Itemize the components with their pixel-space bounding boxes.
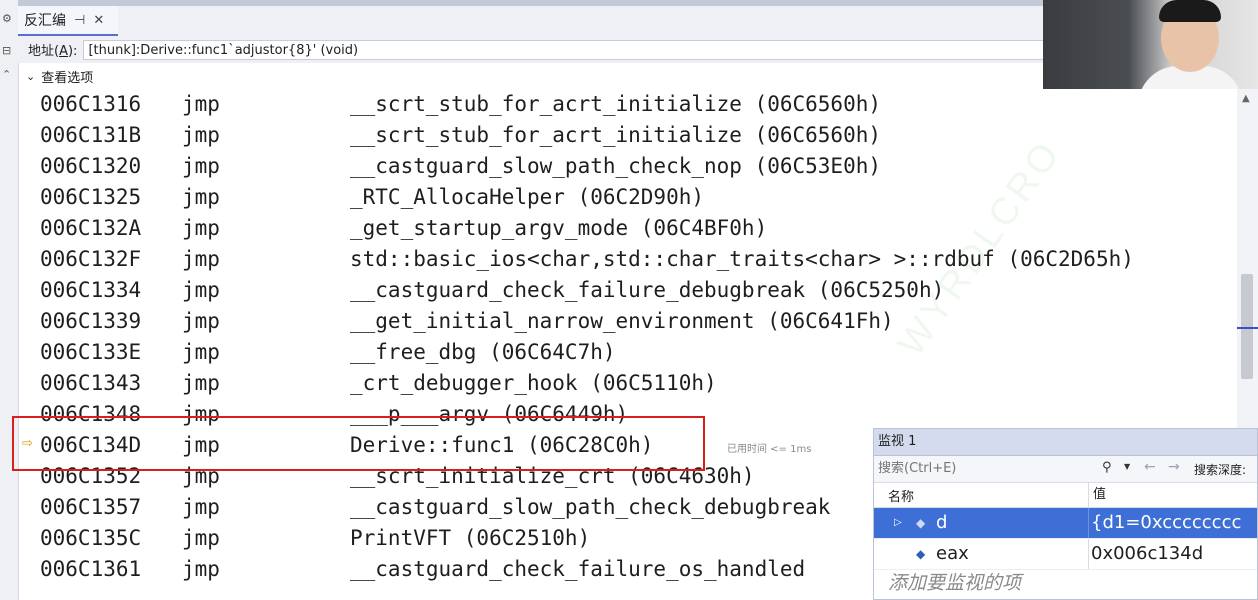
instruction-opcode: jmp: [182, 278, 220, 302]
instruction-address: 006C1339: [40, 309, 142, 333]
instruction-address: 006C1325: [40, 185, 142, 209]
instruction-address: 006C1361: [40, 557, 142, 581]
instruction-opcode: jmp: [182, 495, 220, 519]
instruction-address: 006C131B: [40, 123, 142, 147]
instruction-operand: __scrt_stub_for_acrt_initialize (06C6560…: [350, 123, 882, 147]
search-icon[interactable]: ⚲: [1102, 460, 1112, 475]
instruction-opcode: jmp: [182, 123, 220, 147]
instruction-address: 006C132F: [40, 247, 142, 271]
instruction-address: 006C133E: [40, 340, 142, 364]
instruction-opcode: jmp: [182, 185, 220, 209]
back-arrow-icon[interactable]: ←: [1144, 459, 1156, 475]
instruction-operand: __get_initial_narrow_environment (06C641…: [350, 309, 894, 333]
watch-value[interactable]: {d1=0xcccccccc }: [1088, 508, 1257, 563]
address-label: 地址(A):: [28, 44, 78, 59]
watch-value[interactable]: 0x006c134d: [1088, 539, 1203, 569]
instruction-address: 006C1343: [40, 371, 142, 395]
watch-name: eax: [936, 543, 969, 564]
scrollbar-position-marker: [1237, 327, 1258, 329]
instruction-opcode: jmp: [182, 371, 220, 395]
instruction-address: 006C1320: [40, 154, 142, 178]
vertical-scrollbar[interactable]: ▲: [1237, 89, 1258, 429]
view-options[interactable]: ⌄ 查看选项: [18, 63, 1048, 89]
watch-name: d: [936, 512, 948, 533]
watch-search-row: ⚲ ▼ ← → 搜索深度:: [874, 456, 1257, 483]
close-icon[interactable]: ✕: [93, 13, 104, 28]
watch-variable-icon: ◆: [916, 547, 926, 561]
watch-variable-icon: ◆: [916, 516, 926, 530]
column-name[interactable]: 名称: [888, 486, 914, 505]
instruction-operand: __castguard_slow_path_check_debugbreak: [350, 495, 831, 519]
watch-row-eax[interactable]: ◆ eax 0x006c134d: [874, 539, 1257, 570]
expand-icon[interactable]: ▷: [894, 508, 902, 538]
search-depth-label: 搜索深度:: [1194, 463, 1247, 477]
dropdown-icon[interactable]: ▼: [1124, 462, 1130, 471]
presenter-hair: [1159, 0, 1221, 22]
instruction-operand: __scrt_stub_for_acrt_initialize (06C6560…: [350, 92, 882, 116]
elapsed-time-label: 已用时间 <= 1ms: [727, 444, 812, 455]
add-watch-item[interactable]: 添加要监视的项: [874, 570, 1257, 596]
watch-title[interactable]: 监视 1: [874, 429, 1257, 456]
instruction-operand: __castguard_check_failure_os_handled: [350, 557, 806, 581]
gear-icon[interactable]: ⚙: [2, 12, 12, 25]
instruction-opcode: jmp: [182, 340, 220, 364]
tab-title: 反汇编: [24, 13, 66, 29]
view-options-label: 查看选项: [41, 70, 94, 86]
instruction-operand: __castguard_check_failure_debugbreak (06…: [350, 278, 945, 302]
watch-row-d[interactable]: ▷ ◆ d {d1=0xcccccccc }: [874, 508, 1257, 563]
instruction-operand: std::basic_ios<char,std::char_traits<cha…: [350, 247, 1134, 271]
instruction-opcode: jmp: [182, 309, 220, 333]
chevron-down-icon[interactable]: ⌄: [26, 70, 35, 83]
left-tool-strip: ⚙ ⊟ ⌃: [0, 0, 19, 600]
instruction-opcode: jmp: [182, 557, 220, 581]
pin-icon[interactable]: ⊣: [74, 13, 85, 28]
pane-icon[interactable]: ⊟: [2, 44, 11, 57]
highlight-box: [12, 416, 705, 471]
forward-arrow-icon[interactable]: →: [1168, 459, 1180, 475]
instruction-operand: _get_startup_argv_mode (06C4BF0h): [350, 216, 768, 240]
address-input[interactable]: [thunk]:Derive::func1`adjustor{8}' (void…: [83, 39, 1084, 60]
watch-header: 名称 值: [874, 483, 1257, 508]
instruction-opcode: jmp: [182, 247, 220, 271]
instruction-address: 006C135C: [40, 526, 142, 550]
pane-arrow-icon[interactable]: ⌃: [2, 68, 11, 81]
instruction-address: 006C132A: [40, 216, 142, 240]
tab-disassembly[interactable]: 反汇编 ⊣ ✕: [18, 6, 118, 36]
watch-search-input[interactable]: [876, 459, 1102, 479]
watch-panel: 监视 1 ⚲ ▼ ← → 搜索深度: 名称 值 ▷ ◆ d {d1=0xcccc…: [873, 428, 1258, 600]
instruction-operand: _crt_debugger_hook (06C5110h): [350, 371, 717, 395]
instruction-address: 006C1316: [40, 92, 142, 116]
instruction-opcode: jmp: [182, 154, 220, 178]
scroll-up-icon[interactable]: ▲: [1242, 93, 1250, 104]
instruction-opcode: jmp: [182, 526, 220, 550]
instruction-operand: _RTC_AllocaHelper (06C2D90h): [350, 185, 705, 209]
instruction-operand: __castguard_slow_path_check_nop (06C53E0…: [350, 154, 882, 178]
webcam-overlay: [1043, 0, 1258, 89]
instruction-address: 006C1334: [40, 278, 142, 302]
instruction-opcode: jmp: [182, 92, 220, 116]
instruction-operand: __free_dbg (06C64C7h): [350, 340, 616, 364]
column-value[interactable]: 值: [1088, 483, 1106, 507]
instruction-address: 006C1357: [40, 495, 142, 519]
instruction-opcode: jmp: [182, 216, 220, 240]
instruction-operand: PrintVFT (06C2510h): [350, 526, 591, 550]
